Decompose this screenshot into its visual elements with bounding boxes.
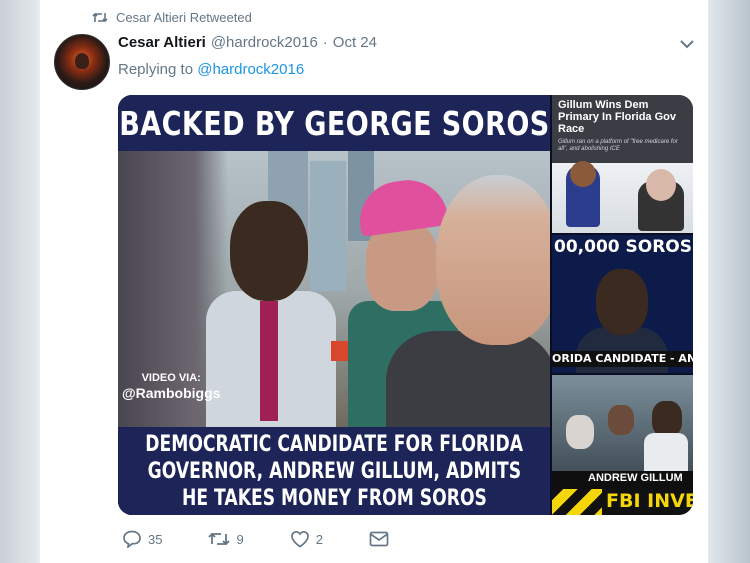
tweet-header: Cesar Altieri @hardrock2016 · Oct 24 [118,34,377,51]
banner-text: BACKED BY GEORGE SOROS [118,103,550,143]
retweet-context-label: Cesar Altieri Retweeted [116,10,252,25]
thumb2-bar-text: ORIDA CANDIDATE - ANDRE [552,352,693,365]
retweet-context: Cesar Altieri Retweeted [92,10,252,25]
replying-to: Replying to @hardrock2016 [118,61,304,78]
reply-icon [122,530,142,548]
retweet-count: 9 [236,531,244,547]
photo-scene: VIDEO VIA: @Rambobiggs [118,151,550,427]
like-button[interactable]: 2 [290,530,323,548]
video-credit: VIDEO VIA: @Rambobiggs [122,371,220,401]
thumb3-bar-text: ANDREW GILLUM [588,472,683,484]
main-image-banner: BACKED BY GEORGE SOROS [118,95,550,151]
credit-line-1: VIDEO VIA: [141,372,201,384]
retweet-icon [208,531,231,547]
media-thumbnail-3[interactable]: ANDREW GILLUM FBI INVES [552,375,693,515]
retweet-button[interactable]: 9 [208,531,244,547]
chevron-down-icon[interactable] [680,36,694,54]
media-main-image[interactable]: BACKED BY GEORGE SOROS VIDEO VIA: @Rambo [118,95,550,515]
media-grid[interactable]: BACKED BY GEORGE SOROS VIDEO VIA: @Rambo [118,95,693,515]
thumb3-fbi-text: FBI INVES [606,490,693,512]
thumb1-title: Gillum Wins Dem Primary In Florida Gov R… [558,99,676,135]
author-name[interactable]: Cesar Altieri [118,34,206,51]
caption-line: HE TAKES MONEY FROM SOROS [181,485,487,511]
message-button[interactable] [369,531,389,547]
main-image-caption: DEMOCRATIC CANDIDATE FOR FLORIDA GOVERNO… [118,427,550,515]
replying-to-link[interactable]: @hardrock2016 [197,61,304,78]
author-handle[interactable]: @hardrock2016 [211,34,318,51]
reply-button[interactable]: 35 [122,530,162,548]
caption-line: GOVERNOR, ANDREW GILLUM, ADMITS [147,458,521,484]
envelope-icon [369,531,389,547]
heart-icon [290,530,310,548]
like-count: 2 [315,531,323,547]
reply-count: 35 [148,531,163,547]
credit-line-2: @Rambobiggs [122,385,221,401]
background-right [702,0,750,563]
tweet-card[interactable]: Cesar Altieri Retweeted Cesar Altieri @h… [40,0,708,563]
retweet-icon [92,11,108,24]
media-thumbnail-2[interactable]: 00,000 SOROS ORIDA CANDIDATE - ANDRE [552,235,693,373]
tweet-date[interactable]: Oct 24 [333,34,377,51]
caption-line: DEMOCRATIC CANDIDATE FOR FLORIDA [145,431,523,457]
tweet-actions: 35 9 2 [122,530,435,548]
thumb1-subtitle: Gillum ran on a platform of "free medica… [558,139,678,152]
avatar[interactable] [54,34,110,90]
thumb2-headline: 00,000 SOROS [554,237,693,257]
media-thumbnails: Gillum Wins Dem Primary In Florida Gov R… [552,95,693,515]
replying-prefix: Replying to [118,61,194,78]
background-left [0,0,38,563]
media-thumbnail-1[interactable]: Gillum Wins Dem Primary In Florida Gov R… [552,95,693,233]
separator-dot: · [322,34,328,51]
